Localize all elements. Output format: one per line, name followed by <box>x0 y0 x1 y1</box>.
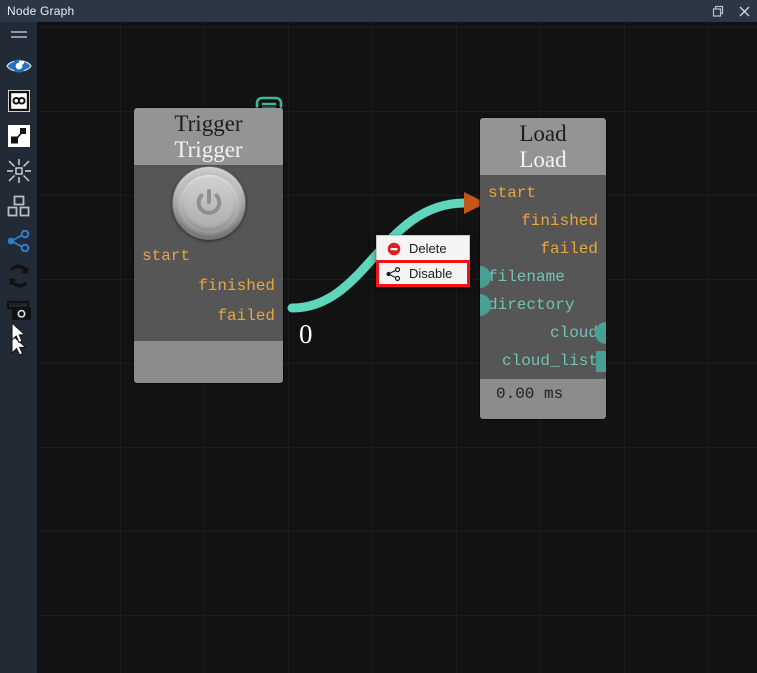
node-load-footer-text: 0.00 ms <box>496 385 564 403</box>
power-button[interactable] <box>171 166 246 240</box>
port-label: start <box>488 184 537 202</box>
port-load-filename[interactable]: filename <box>480 263 606 291</box>
refresh-icon[interactable] <box>0 258 37 293</box>
window-controls <box>705 0 757 22</box>
mouse-cursor <box>10 322 28 351</box>
port-label: finished <box>521 212 598 230</box>
restore-icon[interactable] <box>705 0 731 22</box>
node-load-header: Load Load <box>480 118 606 175</box>
node-trigger-footer-text <box>134 341 283 353</box>
menu-item-label: Delete <box>409 241 447 256</box>
node-load-subtitle: Load <box>519 147 567 172</box>
power-button-face <box>180 175 237 231</box>
port-label: cloud_list <box>501 352 598 370</box>
context-menu[interactable]: Delete Disable <box>376 235 470 287</box>
power-symbol-icon <box>196 189 221 215</box>
delete-minus-circle-icon <box>386 241 401 256</box>
port-label: finished <box>198 277 275 295</box>
share-network-icon[interactable] <box>0 223 37 258</box>
eye-icon[interactable] <box>0 48 37 83</box>
node-load-footer: 0.00 ms <box>480 379 606 419</box>
node-trigger-body: start finished failed <box>134 165 283 341</box>
port-label: filename <box>488 268 565 286</box>
menu-item-label: Disable <box>409 266 453 281</box>
node-trigger[interactable]: Trigger Trigger start finished failed <box>134 108 283 383</box>
node-load-title: Load <box>519 121 567 146</box>
exec-port-triangle-icon[interactable] <box>134 245 135 267</box>
power-button-widget[interactable] <box>134 165 283 241</box>
node-trigger-subtitle: Trigger <box>174 137 243 162</box>
port-label: cloud <box>549 324 598 342</box>
node-trigger-footer <box>134 341 283 383</box>
connection-label: 0 <box>299 319 313 349</box>
fit-to-view-icon[interactable] <box>0 153 37 188</box>
node-graph-canvas[interactable]: 0 Trigger Trigger start finished failed … <box>37 22 757 673</box>
port-label: start <box>142 247 191 265</box>
node-trigger-title: Trigger <box>174 111 243 136</box>
app-window: Node Graph 0 Trigger Trigger start finis… <box>0 0 757 673</box>
menu-item-delete[interactable]: Delete <box>377 236 469 261</box>
node-trigger-header: Trigger Trigger <box>134 108 283 165</box>
port-load-start[interactable]: start <box>480 179 606 207</box>
close-icon[interactable] <box>731 0 757 22</box>
port-load-failed[interactable]: failed <box>480 235 606 263</box>
node-link-framed-icon[interactable] <box>0 83 37 118</box>
share-network-icon <box>386 266 401 281</box>
grid-layout-icon[interactable] <box>0 188 37 223</box>
port-load-cloud-list[interactable]: cloud_list <box>480 347 606 375</box>
data-port-square-icon[interactable] <box>596 350 606 372</box>
port-label: directory <box>488 296 575 314</box>
exec-port-triangle-icon[interactable] <box>480 182 481 204</box>
port-label: failed <box>540 240 598 258</box>
port-load-finished[interactable]: finished <box>480 207 606 235</box>
port-label: failed <box>217 307 275 325</box>
port-trigger-finished[interactable]: finished <box>134 271 283 301</box>
port-load-directory[interactable]: directory <box>480 291 606 319</box>
node-load-body: start finished failed filename directory <box>480 175 606 379</box>
nodes-group-icon[interactable] <box>0 118 37 153</box>
window-title: Node Graph <box>7 4 75 18</box>
port-trigger-failed[interactable]: failed <box>134 301 283 331</box>
hamburger-menu-icon[interactable] <box>0 22 37 48</box>
title-bar: Node Graph <box>0 0 757 22</box>
node-load[interactable]: Load Load start finished failed filename… <box>480 118 606 419</box>
port-load-cloud[interactable]: cloud <box>480 319 606 347</box>
menu-item-disable[interactable]: Disable <box>376 260 470 287</box>
port-trigger-start[interactable]: start <box>134 241 283 271</box>
